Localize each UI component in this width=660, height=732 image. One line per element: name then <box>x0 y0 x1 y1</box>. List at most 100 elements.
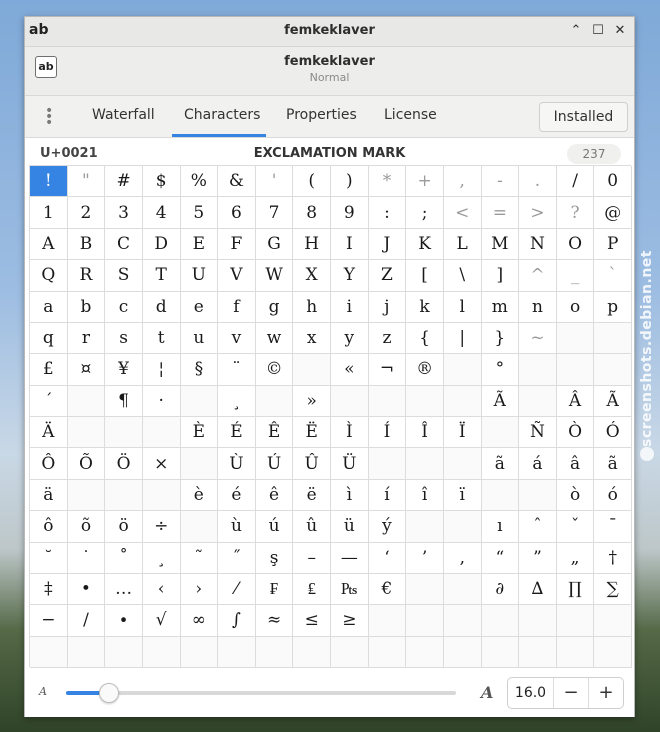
glyph-cell[interactable]: § <box>180 354 219 386</box>
glyph-cell[interactable]: « <box>331 354 369 386</box>
glyph-cell[interactable]: Ò <box>556 417 595 449</box>
glyph-cell[interactable] <box>30 636 68 668</box>
slider-handle[interactable] <box>98 683 119 703</box>
glyph-cell[interactable] <box>443 605 482 637</box>
glyph-cell[interactable] <box>218 636 256 668</box>
glyph-cell[interactable]: K <box>406 228 444 261</box>
glyph-cell[interactable]: w <box>255 322 294 355</box>
glyph-cell[interactable]: H <box>293 228 331 261</box>
glyph-cell[interactable]: Ë <box>293 417 331 449</box>
glyph-cell[interactable] <box>368 385 407 417</box>
glyph-cell[interactable]: Z <box>368 260 407 292</box>
glyph-cell[interactable]: k <box>406 291 444 323</box>
glyph-cell[interactable]: ∙ <box>105 605 143 637</box>
glyph-cell[interactable]: V <box>218 260 256 292</box>
glyph-cell[interactable]: ô <box>30 511 68 543</box>
glyph-cell[interactable]: r <box>67 322 106 355</box>
glyph-cell[interactable]: W <box>255 260 294 292</box>
size-value[interactable]: 16.0 <box>508 678 554 708</box>
glyph-cell[interactable]: ö <box>105 511 143 543</box>
glyph-cell[interactable]: O <box>556 228 595 261</box>
glyph-cell[interactable]: Ï <box>443 417 482 449</box>
glyph-cell[interactable] <box>556 354 595 386</box>
glyph-cell[interactable]: T <box>142 260 181 292</box>
glyph-cell[interactable] <box>406 448 444 480</box>
glyph-cell[interactable] <box>594 636 632 668</box>
glyph-cell[interactable]: Ù <box>218 448 256 480</box>
glyph-cell[interactable]: Ü <box>331 448 369 480</box>
glyph-cell[interactable]: ¥ <box>105 354 143 386</box>
glyph-cell[interactable] <box>406 573 444 606</box>
glyph-cell[interactable]: X <box>293 260 331 292</box>
glyph-cell[interactable]: A <box>30 228 68 261</box>
glyph-cell[interactable]: í <box>368 479 407 512</box>
glyph-cell[interactable] <box>406 511 444 543</box>
glyph-cell[interactable] <box>67 479 106 512</box>
glyph-cell[interactable]: Ö <box>105 448 143 480</box>
glyph-cell[interactable]: ∂ <box>481 573 520 606</box>
maximize-icon[interactable]: ☐ <box>589 22 607 40</box>
glyph-cell[interactable]: x <box>293 322 331 355</box>
glyph-cell[interactable]: * <box>368 166 407 198</box>
glyph-cell[interactable]: ¬ <box>368 354 407 386</box>
glyph-cell[interactable]: B <box>67 228 106 261</box>
glyph-cell[interactable]: Ã <box>594 385 632 417</box>
glyph-cell[interactable]: j <box>368 291 407 323</box>
glyph-cell[interactable]: Û <box>293 448 331 480</box>
glyph-cell[interactable] <box>255 385 294 417</box>
glyph-cell[interactable]: f <box>218 291 256 323</box>
increase-size-button[interactable]: + <box>588 678 623 708</box>
glyph-cell[interactable]: ¯ <box>594 511 632 543</box>
glyph-cell[interactable]: ( <box>293 166 331 198</box>
glyph-cell[interactable]: î <box>406 479 444 512</box>
glyph-cell[interactable]: q <box>30 322 68 355</box>
glyph-cell[interactable]: P <box>594 228 632 261</box>
glyph-cell[interactable] <box>556 322 595 355</box>
glyph-cell[interactable]: , <box>443 166 482 198</box>
glyph-cell[interactable]: # <box>105 166 143 198</box>
glyph-cell[interactable]: ï <box>443 479 482 512</box>
glyph-cell[interactable]: t <box>142 322 181 355</box>
glyph-cell[interactable]: ” <box>519 542 557 574</box>
glyph-cell[interactable]: ˇ <box>556 511 595 543</box>
glyph-cell[interactable]: ≤ <box>293 605 331 637</box>
glyph-cell[interactable]: ; <box>406 197 444 229</box>
glyph-cell[interactable] <box>443 448 482 480</box>
glyph-cell[interactable]: 2 <box>67 197 106 229</box>
tab-license[interactable]: License <box>372 96 449 137</box>
glyph-cell[interactable]: p <box>594 291 632 323</box>
glyph-cell[interactable]: ã <box>594 448 632 480</box>
glyph-cell[interactable]: Ó <box>594 417 632 449</box>
glyph-cell[interactable]: ∫ <box>218 605 256 637</box>
glyph-cell[interactable]: N <box>519 228 557 261</box>
glyph-cell[interactable]: ì <box>331 479 369 512</box>
glyph-cell[interactable] <box>519 354 557 386</box>
glyph-cell[interactable]: 8 <box>293 197 331 229</box>
glyph-cell[interactable]: £ <box>30 354 68 386</box>
glyph-cell[interactable]: h <box>293 291 331 323</box>
glyph-cell[interactable]: Y <box>331 260 369 292</box>
glyph-cell[interactable]: y <box>331 322 369 355</box>
glyph-cell[interactable]: / <box>556 166 595 198</box>
glyph-cell[interactable] <box>368 605 407 637</box>
glyph-cell[interactable]: g <box>255 291 294 323</box>
close-icon[interactable]: ✕ <box>611 22 629 40</box>
glyph-cell[interactable]: [ <box>406 260 444 292</box>
glyph-cell[interactable] <box>142 417 181 449</box>
glyph-cell[interactable]: R <box>67 260 106 292</box>
glyph-cell[interactable]: ® <box>406 354 444 386</box>
glyph-cell[interactable]: ã <box>481 448 520 480</box>
glyph-cell[interactable]: Í <box>368 417 407 449</box>
glyph-cell[interactable]: “ <box>481 542 520 574</box>
glyph-cell[interactable] <box>293 354 331 386</box>
glyph-cell[interactable]: : <box>368 197 407 229</box>
glyph-cell[interactable]: † <box>594 542 632 574</box>
glyph-cell[interactable]: C <box>105 228 143 261</box>
glyph-cell[interactable]: D <box>142 228 181 261</box>
glyph-cell[interactable]: U <box>180 260 219 292</box>
glyph-cell[interactable]: √ <box>142 605 181 637</box>
menu-icon[interactable]: • • • <box>45 104 53 130</box>
glyph-cell[interactable]: ∏ <box>556 573 595 606</box>
glyph-cell[interactable]: á <box>519 448 557 480</box>
glyph-cell[interactable]: ) <box>331 166 369 198</box>
